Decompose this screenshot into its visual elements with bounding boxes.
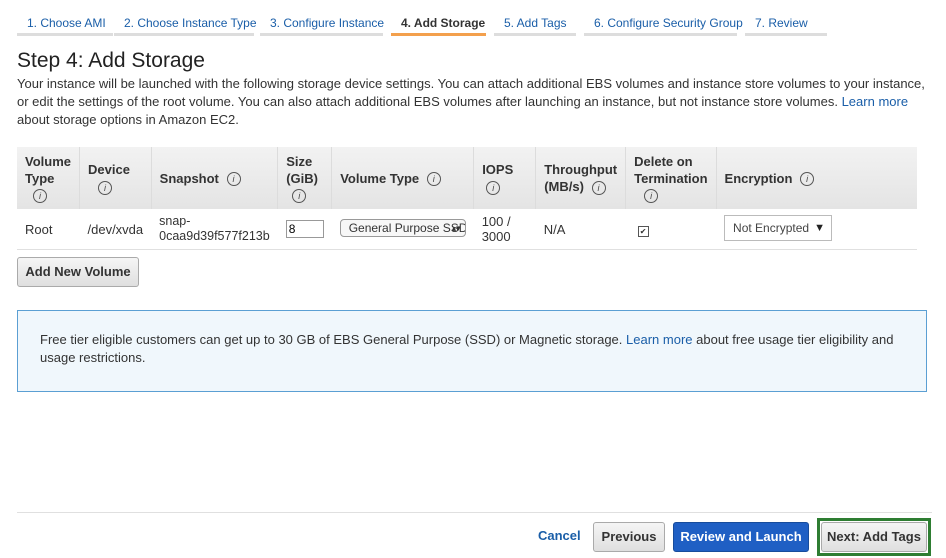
notice-learn-more-link[interactable]: Learn more xyxy=(626,332,692,347)
next-add-tags-button[interactable]: Next: Add Tags xyxy=(821,522,927,552)
cell-size xyxy=(277,209,332,250)
intro-body: Your instance will be launched with the … xyxy=(17,76,925,109)
cell-delete-on-termination: ✔ xyxy=(625,209,717,250)
free-tier-notice: Free tier eligible customers can get up … xyxy=(17,310,927,392)
header-encryption: Encryption i xyxy=(716,147,917,209)
page-title: Step 4: Add Storage xyxy=(17,49,205,72)
info-icon[interactable]: i xyxy=(98,180,112,195)
previous-button[interactable]: Previous xyxy=(593,522,665,552)
add-new-volume-button[interactable]: Add New Volume xyxy=(17,257,139,287)
tab-configure-instance[interactable]: 3. Configure Instance xyxy=(260,8,384,36)
header-volume-type-select: Volume Type i xyxy=(331,147,475,209)
header-delete-on-termination: Delete on Termination i xyxy=(625,147,717,209)
header-size: Size (GiB) i xyxy=(277,147,333,209)
notice-text: Free tier eligible customers can get up … xyxy=(40,332,623,347)
info-icon[interactable]: i xyxy=(644,189,659,204)
table-row: Root /dev/xvda snap- 0caa9d39f577f213b G… xyxy=(17,209,917,250)
footer-divider xyxy=(17,512,932,513)
info-icon[interactable]: i xyxy=(591,180,606,195)
info-icon[interactable]: i xyxy=(292,189,307,204)
select-arrows-icon: ▴▾ xyxy=(451,222,461,233)
info-icon[interactable]: i xyxy=(800,172,815,187)
volume-type-select[interactable]: General Purpose SSD (gp2) ▴▾ xyxy=(339,218,466,237)
review-and-launch-button[interactable]: Review and Launch xyxy=(673,522,809,552)
intro-learn-more-link[interactable]: Learn more xyxy=(842,94,908,109)
intro-text: Your instance will be launched with the … xyxy=(17,75,932,129)
tab-choose-instance-type[interactable]: 2. Choose Instance Type xyxy=(114,8,257,36)
cell-iops: 100 / 3000 xyxy=(473,209,536,250)
cell-encryption: Not Encrypted ▼ xyxy=(716,209,917,250)
tab-review[interactable]: 7. Review xyxy=(745,8,827,36)
info-icon[interactable]: i xyxy=(426,172,441,187)
info-icon[interactable]: i xyxy=(33,189,47,204)
table-header-row: Volume Type i Device i Snapshot i Size (… xyxy=(17,147,917,209)
tab-choose-ami[interactable]: 1. Choose AMI xyxy=(17,8,113,36)
info-icon[interactable]: i xyxy=(226,172,241,187)
cell-volume-type-select: General Purpose SSD (gp2) ▴▾ xyxy=(331,209,474,250)
header-iops: IOPS i xyxy=(473,147,537,209)
header-device: Device i xyxy=(79,147,152,209)
tab-add-storage[interactable]: 4. Add Storage xyxy=(391,8,486,36)
header-throughput: Throughput (MB/s) i xyxy=(535,147,627,209)
storage-table: Volume Type i Device i Snapshot i Size (… xyxy=(17,147,917,250)
cell-volume-type: Root xyxy=(17,209,80,250)
encryption-select[interactable]: Not Encrypted ▼ xyxy=(724,214,833,241)
caret-down-icon: ▼ xyxy=(810,215,826,240)
cell-throughput: N/A xyxy=(535,209,626,250)
cell-snapshot: snap- 0caa9d39f577f213b xyxy=(151,209,278,250)
cancel-button[interactable]: Cancel xyxy=(538,528,581,543)
wizard-tabs: 1. Choose AMI 2. Choose Instance Type 3.… xyxy=(0,0,946,38)
cell-device: /dev/xvda xyxy=(79,209,152,250)
header-snapshot: Snapshot i xyxy=(151,147,279,209)
delete-on-termination-checkbox[interactable]: ✔ xyxy=(637,225,649,237)
header-volume-type: Volume Type i xyxy=(17,147,80,209)
info-icon[interactable]: i xyxy=(486,180,501,195)
intro-suffix: about storage options in Amazon EC2. xyxy=(17,112,239,127)
tab-add-tags[interactable]: 5. Add Tags xyxy=(494,8,576,36)
size-input[interactable] xyxy=(285,220,324,238)
tab-configure-security-group[interactable]: 6. Configure Security Group xyxy=(584,8,743,36)
